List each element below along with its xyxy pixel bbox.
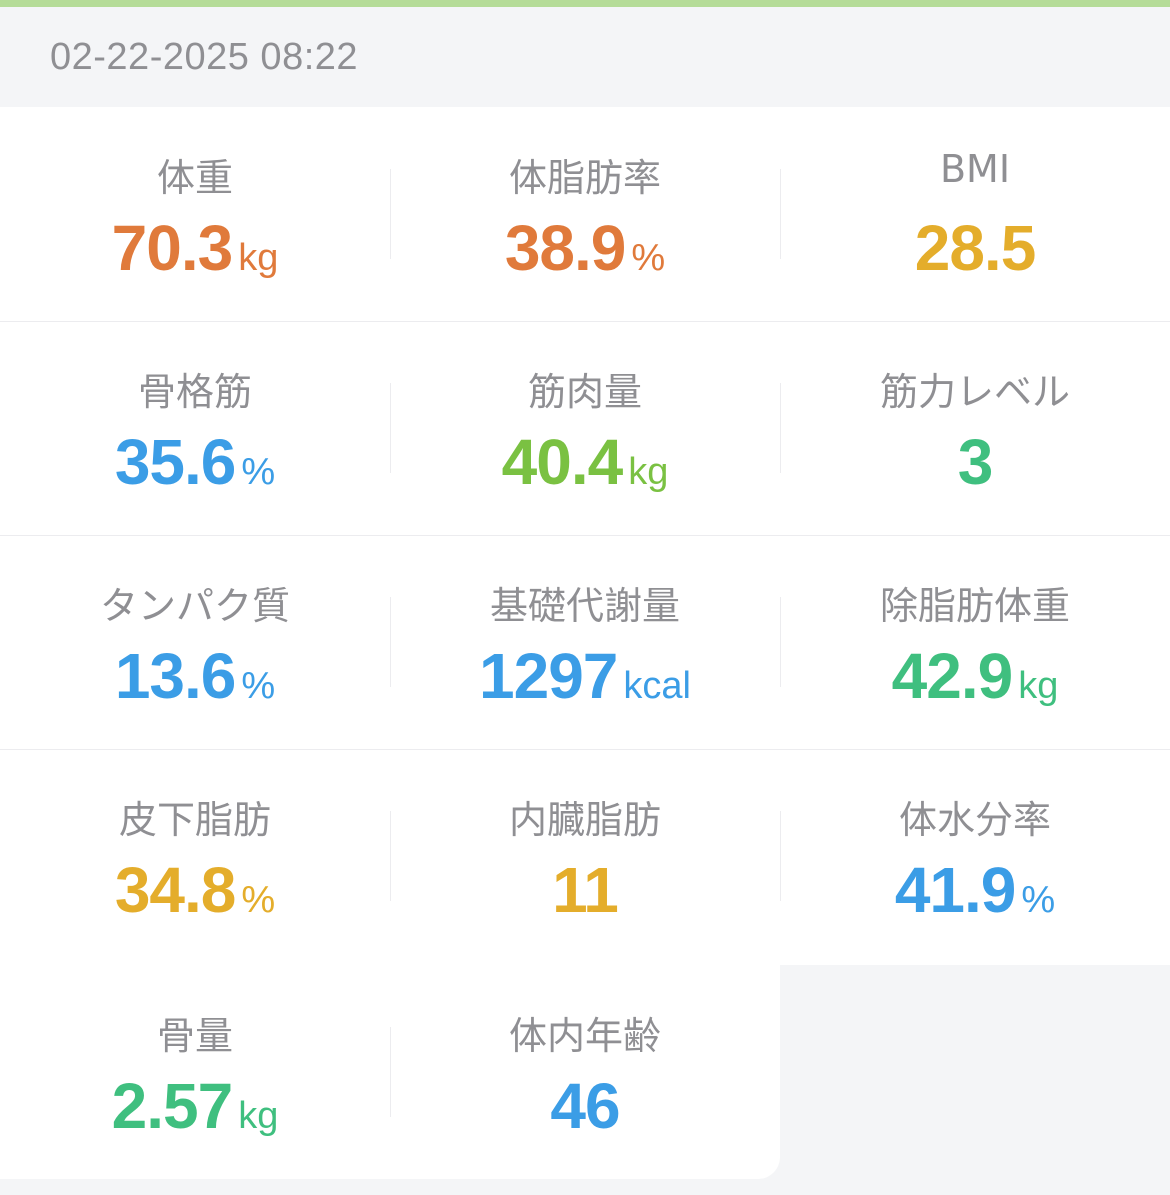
metrics-card-last-row: 骨量 2.57 kg 体内年齢 46 xyxy=(0,965,780,1179)
metric-label: 皮下脂肪 xyxy=(118,798,271,842)
metric-value-line: 38.9% xyxy=(390,211,780,285)
metric-value: 3 xyxy=(957,426,994,498)
metrics-row: タンパク質 13.6% 基礎代謝量 1297 kcal 除脂肪体重 42.9 kg xyxy=(0,535,1170,749)
metric-label: 基礎代謝量 xyxy=(489,584,680,628)
metric-muscle-mass[interactable]: 筋肉量 40.4 kg xyxy=(390,321,780,535)
metric-value-line: 42.9 kg xyxy=(780,639,1170,713)
metric-unit: % xyxy=(1021,879,1056,921)
metric-value-line: 40.4 kg xyxy=(390,425,780,499)
top-accent-bar xyxy=(0,0,1170,7)
metric-unit: % xyxy=(241,665,276,707)
metric-label: 骨量 xyxy=(156,1014,233,1058)
metric-value: 70.3 xyxy=(111,212,234,284)
metric-unit: kg xyxy=(238,237,279,279)
metric-protein[interactable]: タンパク質 13.6% xyxy=(0,535,390,749)
metric-unit: % xyxy=(241,879,276,921)
metric-value: 46 xyxy=(550,1070,620,1142)
metric-label: 体水分率 xyxy=(898,798,1051,842)
metric-value-line: 13.6% xyxy=(0,639,390,713)
metric-value-line: 1297 kcal xyxy=(390,639,780,713)
metric-weight[interactable]: 体重 70.3 kg xyxy=(0,107,390,321)
metric-value-line: 46 xyxy=(390,1069,780,1143)
metric-body-fat[interactable]: 体脂肪率 38.9% xyxy=(390,107,780,321)
metric-strength-level[interactable]: 筋力レベル 3 xyxy=(780,321,1170,535)
metric-label: 内臓脂肪 xyxy=(508,798,661,842)
metric-lean-body-mass[interactable]: 除脂肪体重 42.9 kg xyxy=(780,535,1170,749)
record-timestamp: 02-22-2025 08:22 xyxy=(50,36,359,78)
metric-bone-mass[interactable]: 骨量 2.57 kg xyxy=(0,965,390,1179)
metric-label: 体内年齢 xyxy=(508,1014,661,1058)
metric-unit: % xyxy=(241,451,276,493)
metric-value: 38.9 xyxy=(504,212,627,284)
metric-label: 除脂肪体重 xyxy=(879,584,1070,628)
metric-skeletal-muscle[interactable]: 骨格筋 35.6% xyxy=(0,321,390,535)
metric-label: 体脂肪率 xyxy=(508,156,661,200)
metric-unit: kg xyxy=(238,1095,279,1137)
metric-unit: kcal xyxy=(623,665,691,707)
metric-unit: kg xyxy=(1018,665,1059,707)
metric-value: 28.5 xyxy=(914,212,1037,284)
metric-subcutaneous-fat[interactable]: 皮下脂肪 34.8% xyxy=(0,749,390,963)
metric-bmr[interactable]: 基礎代謝量 1297 kcal xyxy=(390,535,780,749)
metric-value-line: 35.6% xyxy=(0,425,390,499)
metric-label: 骨格筋 xyxy=(137,370,252,414)
metric-value-line: 41.9% xyxy=(780,853,1170,927)
metric-value-line: 11 xyxy=(390,853,780,927)
metric-value: 13.6 xyxy=(114,640,237,712)
metric-value: 2.57 xyxy=(111,1070,234,1142)
metric-value: 42.9 xyxy=(891,640,1014,712)
metric-value: 35.6 xyxy=(114,426,237,498)
metric-value: 11 xyxy=(552,854,619,926)
metric-value-line: 3 xyxy=(780,425,1170,499)
metric-value: 1297 xyxy=(479,640,618,712)
metrics-row: 皮下脂肪 34.8% 内臓脂肪 11 体水分率 41.9% xyxy=(0,749,1170,963)
metric-value: 34.8 xyxy=(114,854,237,926)
metric-value-line: 2.57 kg xyxy=(0,1069,390,1143)
metric-value-line: 34.8% xyxy=(0,853,390,927)
metric-body-age[interactable]: 体内年齢 46 xyxy=(390,965,780,1179)
metric-label: 筋肉量 xyxy=(527,370,642,414)
metric-value-line: 70.3 kg xyxy=(0,211,390,285)
metrics-card: 体重 70.3kg 体脂肪率 38.9% BMI 28.5 骨格筋 35.6% xyxy=(0,107,1170,965)
metrics-row: 骨格筋 35.6% 筋肉量 40.4 kg 筋力レベル 3 xyxy=(0,321,1170,535)
metric-value: 40.4 xyxy=(501,426,624,498)
metric-label: BMI xyxy=(939,147,1011,191)
metric-value: 41.9 xyxy=(894,854,1017,926)
metric-label: タンパク質 xyxy=(99,584,290,628)
metric-unit: kg xyxy=(628,451,669,493)
metrics-row: 体重 70.3 kg 体脂肪率 38.9% BMI 28.5 xyxy=(0,107,1170,321)
record-header: 02-22-2025 08:22 xyxy=(0,7,1170,107)
metric-label: 筋力レベル xyxy=(879,370,1070,414)
metric-body-water[interactable]: 体水分率 41.9% xyxy=(780,749,1170,963)
metric-label: 体重 xyxy=(156,156,233,200)
metric-visceral-fat[interactable]: 内臓脂肪 11 xyxy=(390,749,780,963)
metric-bmi[interactable]: BMI 28.5 xyxy=(780,107,1170,321)
metric-value-line: 28.5 xyxy=(780,211,1170,285)
metric-unit: % xyxy=(631,237,666,279)
